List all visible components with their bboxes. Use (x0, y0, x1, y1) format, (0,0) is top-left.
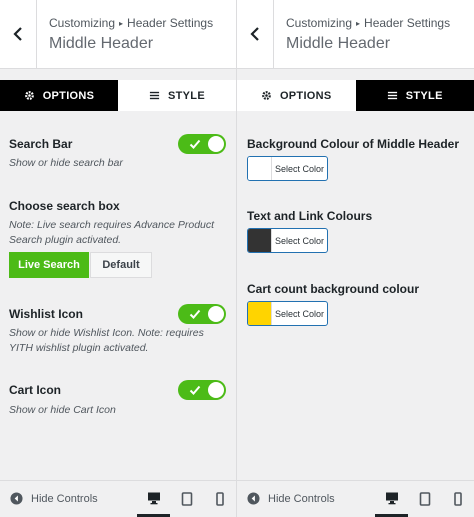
cart-count-colour-select-label: Select Color (274, 308, 325, 319)
breadcrumb-section: Header Settings (127, 16, 214, 30)
live-search-option[interactable]: Live Search (9, 252, 89, 278)
check-icon (189, 139, 201, 149)
bg-colour-label: Background Colour of Middle Header (247, 137, 460, 151)
wishlist-icon-label: Wishlist Icon (9, 307, 83, 321)
desktop-icon (385, 492, 398, 504)
preview-desktop-button[interactable] (137, 481, 170, 517)
arrow-left-circle-icon (247, 492, 260, 505)
search-box-label: Choose search box (9, 199, 120, 213)
preview-mobile-button[interactable] (441, 481, 474, 517)
mobile-icon (453, 492, 462, 506)
tab-options[interactable]: OPTIONS (237, 80, 356, 111)
preview-tablet-button[interactable] (170, 481, 203, 517)
page-title: Middle Header (49, 35, 154, 52)
back-button[interactable] (237, 0, 274, 68)
search-box-description: Note: Live search requires Advance Produ… (9, 219, 215, 246)
wishlist-icon-description: Show or hide Wishlist Icon. Note: requir… (9, 327, 204, 354)
breadcrumb: Customizing ▸ Header Settings (286, 16, 450, 30)
tab-bar: OPTIONS STYLE (237, 80, 474, 111)
text-link-colour-select-label: Select Color (274, 235, 325, 246)
panel-footer: Hide Controls (0, 480, 236, 517)
hide-controls-button[interactable]: Hide Controls (10, 492, 98, 505)
breadcrumb-parent: Customizing (286, 16, 353, 30)
mobile-icon (215, 492, 224, 506)
default-search-option[interactable]: Default (90, 252, 152, 278)
panel-footer: Hide Controls (237, 480, 474, 517)
cart-icon-label: Cart Icon (9, 383, 62, 397)
text-link-colour-swatch (248, 229, 272, 252)
check-icon (189, 309, 201, 319)
cart-icon-description: Show or hide Cart Icon (9, 404, 116, 416)
hide-controls-button[interactable]: Hide Controls (247, 492, 335, 505)
panel-header: Customizing ▸ Header Settings Middle Heade… (237, 0, 474, 69)
tab-options[interactable]: OPTIONS (0, 80, 118, 111)
breadcrumb-section: Header Settings (364, 16, 451, 30)
tab-bar: OPTIONS STYLE (0, 80, 236, 111)
menu-lines-icon (387, 91, 397, 100)
toggle-knob (208, 382, 224, 398)
tablet-icon (181, 492, 192, 506)
tablet-icon (419, 492, 430, 506)
tab-options-label: OPTIONS (279, 89, 332, 102)
customizer-panel-options: Customizing ▸ Header Settings Middle Heade… (0, 0, 237, 517)
tab-style[interactable]: STYLE (355, 80, 474, 111)
hide-controls-label: Hide Controls (268, 492, 335, 505)
text-link-colour-picker[interactable]: Select Color (247, 228, 328, 253)
panel-header: Customizing ▸ Header Settings Middle Heade… (0, 0, 236, 69)
breadcrumb-parent: Customizing (49, 16, 116, 30)
breadcrumb-separator: ▸ (356, 19, 361, 28)
toggle-knob (208, 306, 224, 322)
cart-icon-toggle[interactable] (178, 380, 226, 400)
preview-tablet-button[interactable] (408, 481, 441, 517)
menu-lines-icon (149, 91, 160, 100)
search-bar-description: Show or hide search bar (9, 157, 123, 169)
tab-options-label: OPTIONS (42, 89, 95, 102)
cart-count-colour-label: Cart count background colour (247, 282, 420, 296)
chevron-left-icon (250, 27, 259, 41)
search-bar-label: Search Bar (9, 137, 73, 151)
desktop-icon (147, 492, 160, 504)
gear-icon (262, 91, 271, 100)
cart-count-colour-picker[interactable]: Select Color (247, 301, 328, 326)
text-link-colour-label: Text and Link Colours (247, 209, 373, 223)
customizer-panel-style: Customizing ▸ Header Settings Middle Heade… (237, 0, 474, 517)
breadcrumb-separator: ▸ (119, 19, 124, 28)
back-button[interactable] (0, 0, 37, 68)
arrow-left-circle-icon (10, 492, 23, 505)
tab-style-label: STYLE (405, 89, 443, 102)
breadcrumb: Customizing ▸ Header Settings (49, 16, 213, 30)
toggle-knob (208, 136, 224, 152)
bg-colour-select-label: Select Color (274, 163, 325, 174)
chevron-left-icon (13, 27, 22, 41)
gear-icon (24, 91, 34, 100)
check-icon (189, 385, 201, 395)
tab-style[interactable]: STYLE (118, 80, 236, 111)
preview-mobile-button[interactable] (203, 481, 236, 517)
bg-colour-picker[interactable]: Select Color (247, 156, 328, 181)
search-box-button-group: Live Search Default (9, 252, 152, 278)
bg-colour-swatch (248, 157, 272, 180)
cart-count-colour-swatch (248, 302, 272, 325)
search-bar-toggle[interactable] (178, 134, 226, 154)
preview-desktop-button[interactable] (375, 481, 408, 517)
hide-controls-label: Hide Controls (31, 492, 98, 505)
page-title: Middle Header (286, 35, 391, 52)
tab-style-label: STYLE (168, 89, 205, 102)
wishlist-icon-toggle[interactable] (178, 304, 226, 324)
